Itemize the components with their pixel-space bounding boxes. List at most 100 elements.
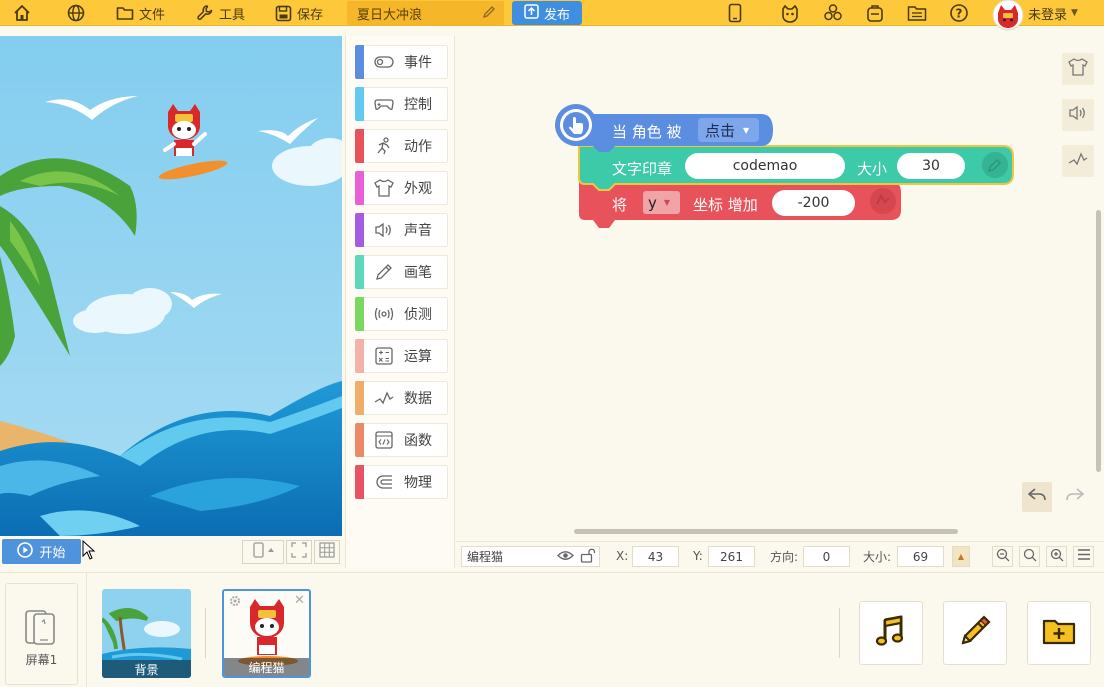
vertical-scrollbar[interactable]	[1096, 210, 1101, 472]
zoom-in-icon	[1050, 548, 1064, 566]
help-icon: ?	[949, 3, 969, 23]
block-script[interactable]: 当 角色 被 点击 ▼ 文字印章 codemao 大小 30 将 y ▼ 坐标 …	[555, 104, 1015, 230]
category-color-bar	[355, 213, 364, 247]
category-motion[interactable]: 动作	[355, 129, 448, 163]
save-button[interactable]: 保存	[273, 0, 323, 26]
category-operators[interactable]: 运算	[355, 339, 448, 373]
motion-value-input[interactable]: -200	[772, 190, 855, 216]
zoom-reset-button[interactable]	[1019, 546, 1040, 567]
close-icon[interactable]: ✕	[294, 593, 305, 608]
folder-add-icon	[1042, 616, 1076, 650]
background-thumbnail[interactable]: 背景	[102, 589, 191, 678]
category-label: 控制	[404, 97, 432, 113]
zoom-out-icon	[996, 548, 1010, 566]
dropdown-caret-icon: ▼	[743, 125, 750, 135]
zoom-in-button[interactable]	[1046, 546, 1067, 567]
sensor-icon	[370, 307, 398, 321]
pencil-icon	[958, 614, 992, 652]
screen-selector[interactable]: 屏幕1	[5, 583, 78, 685]
variable-panel-button[interactable]	[1062, 145, 1094, 177]
works-button[interactable]	[907, 0, 927, 26]
device-preview-button[interactable]	[725, 0, 745, 26]
stamp-size-input[interactable]: 30	[897, 153, 965, 179]
grid-toggle-button[interactable]	[314, 540, 340, 564]
category-functions[interactable]: 函数	[355, 423, 448, 457]
axis-dropdown[interactable]: y ▼	[643, 191, 680, 214]
community-button[interactable]	[823, 0, 843, 26]
direction-input[interactable]: 0	[803, 546, 850, 567]
dropdown-caret-icon: ▼	[663, 198, 671, 207]
category-control[interactable]: 控制	[355, 87, 448, 121]
horizontal-scrollbar[interactable]	[574, 529, 958, 534]
sprite-info-bar: 编程猫 X: 43 Y: 261 方向: 0 大小: 69 ▲	[456, 541, 1104, 569]
globe-button[interactable]	[66, 0, 86, 26]
category-looks[interactable]: 外观	[355, 171, 448, 205]
y-input[interactable]: 261	[708, 546, 755, 567]
mascot-button[interactable]	[780, 0, 800, 26]
category-color-bar	[355, 465, 364, 499]
hamburger-icon	[1077, 549, 1090, 564]
collapse-toggle[interactable]: ▲	[952, 546, 970, 567]
motion-block-label: 坐标 增加	[693, 196, 758, 214]
stamp-text-input[interactable]: codemao	[685, 153, 845, 179]
folder-icon	[115, 3, 135, 23]
tools-menu[interactable]: 工具	[195, 0, 245, 26]
lock-icon[interactable]	[580, 548, 596, 567]
size-label: 大小:	[863, 549, 892, 564]
fullscreen-button[interactable]	[286, 540, 312, 564]
redo-button[interactable]	[1060, 482, 1090, 512]
chart-icon	[1068, 152, 1088, 170]
hat-dropdown[interactable]: 点击 ▼	[698, 118, 759, 142]
home-icon	[12, 3, 32, 23]
category-sound[interactable]: 声音	[355, 213, 448, 247]
x-input[interactable]: 43	[632, 546, 679, 567]
project-name-text: 夏日大冲浪	[357, 7, 423, 23]
import-file-button[interactable]	[1027, 601, 1091, 665]
direction-value: 0	[822, 549, 831, 564]
paint-editor-button[interactable]	[943, 601, 1007, 665]
category-color-bar	[355, 171, 364, 205]
add-sound-button[interactable]	[859, 601, 923, 665]
mascot-icon	[780, 3, 800, 23]
category-pen[interactable]: 画笔	[355, 255, 448, 289]
home-button[interactable]	[12, 0, 32, 26]
project-name-input[interactable]: 夏日大冲浪	[347, 1, 504, 25]
menu-button[interactable]	[1073, 546, 1094, 567]
bag-button[interactable]	[865, 0, 885, 26]
direction-label: 方向:	[770, 549, 799, 564]
file-menu[interactable]: 文件	[115, 0, 165, 26]
divider	[839, 608, 840, 658]
phone-screen-icon	[24, 610, 58, 650]
category-physics[interactable]: 物理	[355, 465, 448, 499]
file-menu-label: 文件	[139, 7, 166, 23]
sound-panel-button[interactable]	[1062, 99, 1094, 131]
category-label: 物理	[404, 475, 432, 491]
user-menu[interactable]: 未登录 ▼	[992, 0, 1078, 31]
avatar	[992, 0, 1024, 31]
category-label: 事件	[404, 55, 432, 71]
orientation-toggle[interactable]	[242, 540, 284, 564]
backpack-icon	[865, 3, 885, 23]
category-sensing[interactable]: 侦测	[355, 297, 448, 331]
category-color-bar	[355, 129, 364, 163]
stage-canvas[interactable]	[0, 36, 342, 536]
settings-gear-icon[interactable]	[229, 595, 241, 611]
music-note-icon	[874, 614, 908, 652]
speaker-icon	[1068, 105, 1088, 125]
start-button[interactable]: 开始	[2, 539, 81, 564]
category-data[interactable]: 数据	[355, 381, 448, 415]
size-input[interactable]: 69	[897, 546, 944, 567]
edit-pencil-icon	[482, 5, 496, 23]
zoom-out-button[interactable]	[992, 546, 1013, 567]
publish-button[interactable]: 发布	[512, 1, 582, 25]
undo-button[interactable]	[1022, 482, 1052, 512]
sprite-thumbnail[interactable]: ✕ 编程猫	[222, 589, 311, 678]
sprite-label: 编程猫	[224, 658, 309, 676]
hat-block-label: 当 角色 被	[612, 123, 682, 141]
category-events[interactable]: 事件	[355, 45, 448, 79]
help-button[interactable]: ?	[949, 0, 969, 26]
eye-icon[interactable]	[557, 549, 574, 566]
category-color-bar	[355, 423, 364, 457]
costume-panel-button[interactable]	[1062, 53, 1094, 85]
caret-down-icon: ▼	[1071, 8, 1078, 18]
